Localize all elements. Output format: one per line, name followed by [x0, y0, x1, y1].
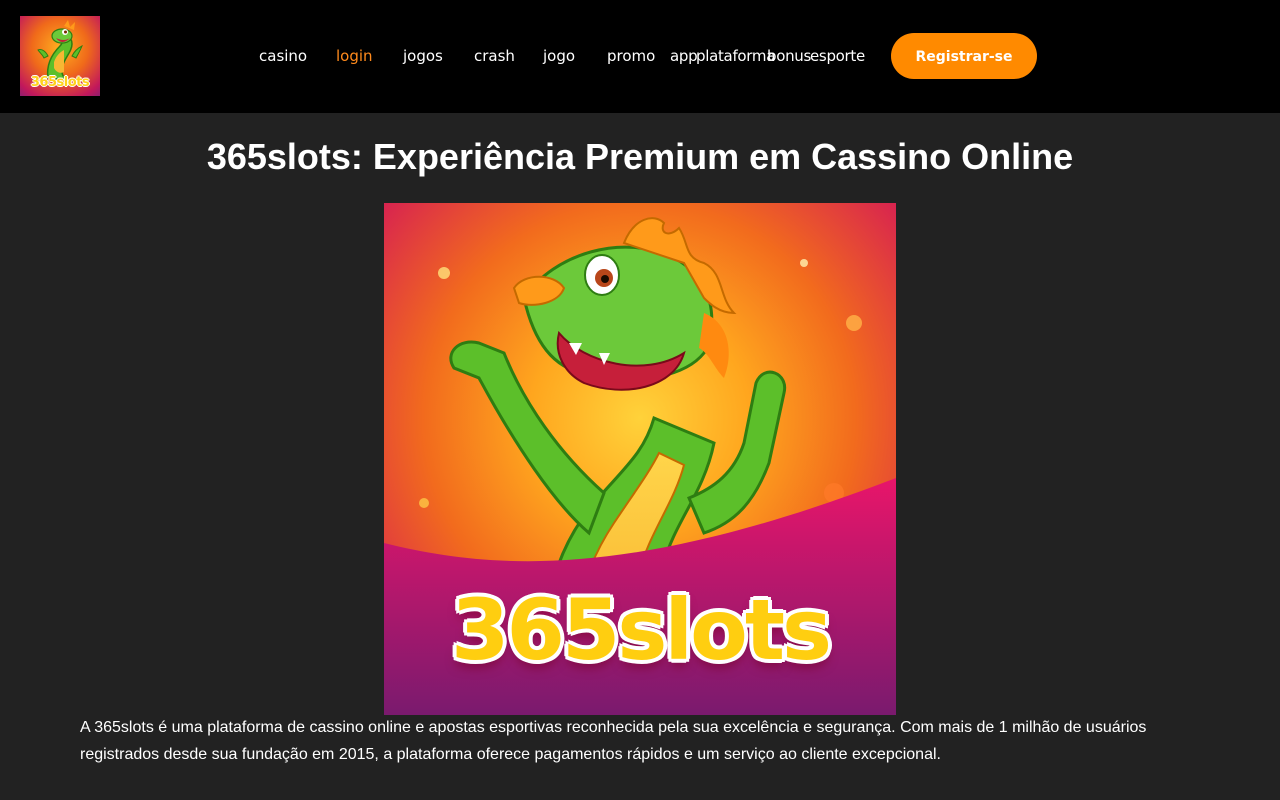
nav-link-jogos[interactable]: jogos — [403, 46, 443, 66]
nav-link-login[interactable]: login — [336, 46, 373, 66]
nav-link-jogo[interactable]: jogo — [543, 46, 575, 66]
nav-link-esporte[interactable]: esporte — [810, 46, 865, 66]
intro-paragraph: A 365slots é uma plataforma de cassino o… — [80, 719, 1147, 763]
logo-wordmark: 365slots — [30, 75, 90, 90]
site-logo[interactable]: 365slots — [20, 16, 100, 96]
nav-link-crash[interactable]: crash — [474, 46, 515, 66]
nav-link-plataforma[interactable]: plataforma — [696, 46, 775, 66]
hero-wordmark: 365slots — [451, 581, 832, 679]
page-title: 365slots: Experiência Premium em Cassino… — [206, 136, 1074, 177]
register-button[interactable]: Registrar-se — [891, 33, 1037, 79]
hero-image: 365slots — [384, 203, 896, 715]
nav-link-bonus[interactable]: bonus — [767, 46, 811, 66]
nav-link-app[interactable]: app — [670, 46, 698, 66]
site-header: 365slots casino login jogos crash jogo p… — [0, 0, 1280, 113]
nav-link-promo[interactable]: promo — [607, 46, 655, 66]
nav-link-casino[interactable]: casino — [259, 46, 307, 66]
